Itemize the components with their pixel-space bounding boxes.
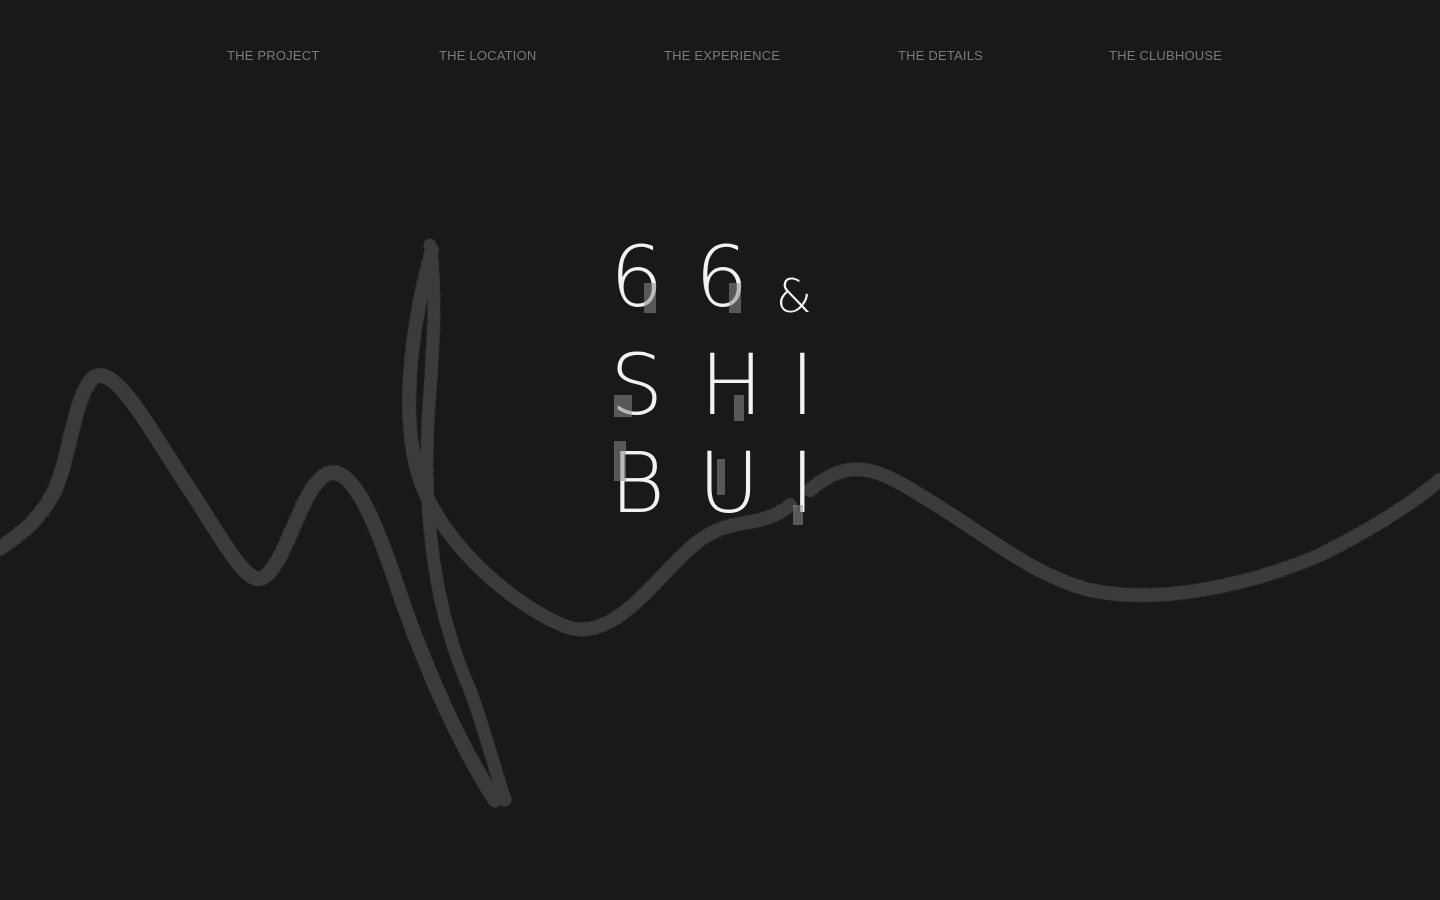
logo-overlay-shape <box>614 441 626 481</box>
logo-overlay-shape <box>644 283 656 313</box>
brand-logo[interactable]: 6 6 & S H I B U I <box>600 235 840 535</box>
logo-overlay-shape <box>614 395 632 417</box>
logo-overlay-shape <box>729 283 741 313</box>
logo-glyph: & <box>776 269 812 323</box>
logo-glyph: I <box>790 336 815 434</box>
logo-glyph: U <box>698 434 760 532</box>
logo-overlay-shape <box>717 459 725 495</box>
logo-overlay-shape <box>734 395 744 421</box>
logo-overlay-shape <box>793 505 803 525</box>
logo-glyph: H <box>700 336 764 434</box>
